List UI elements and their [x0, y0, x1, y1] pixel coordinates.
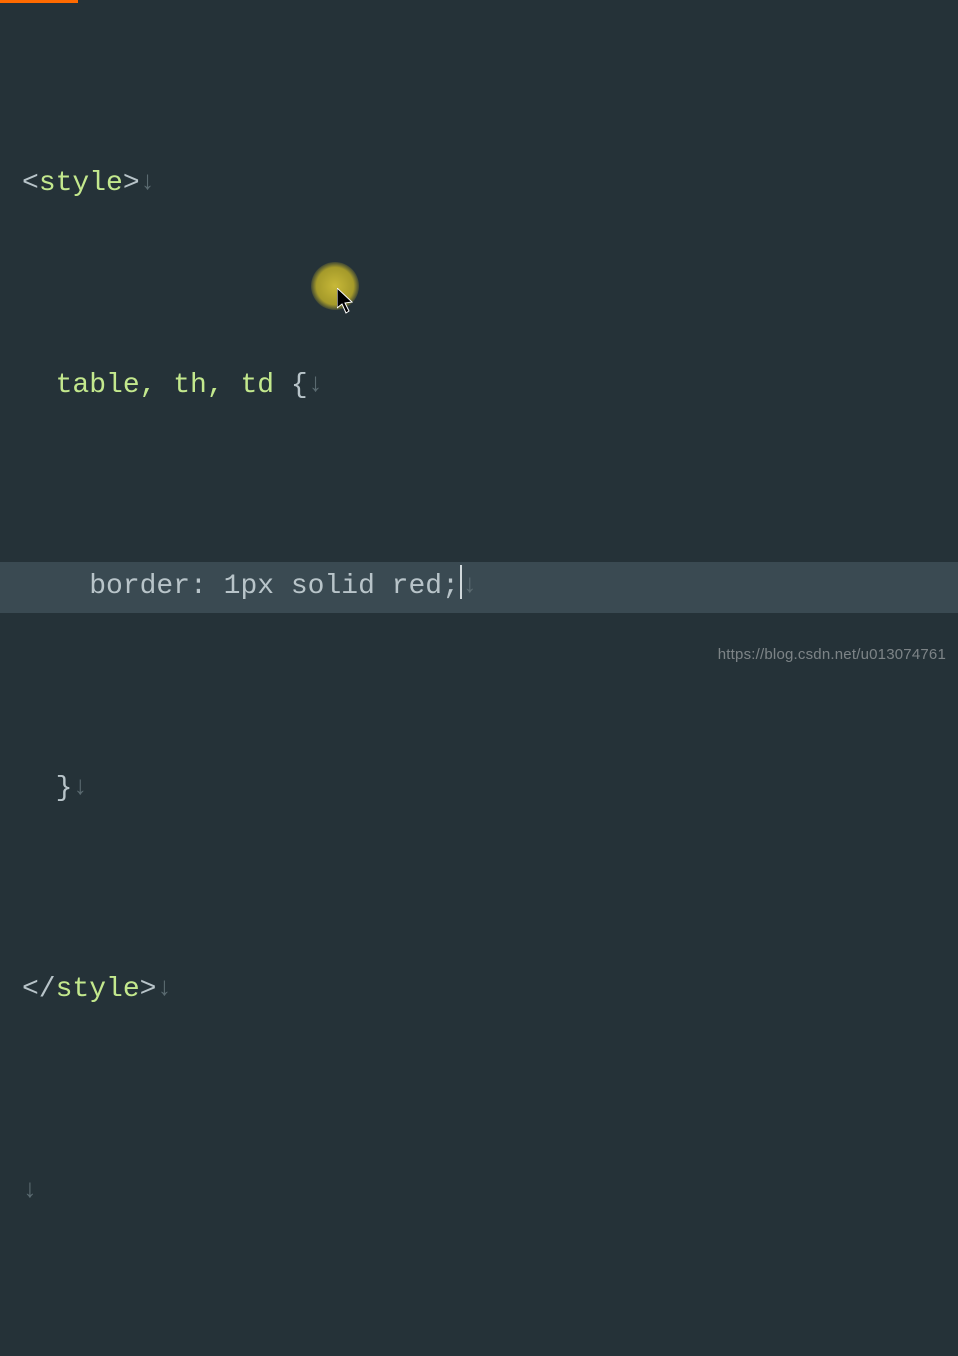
code-line[interactable]: </style>↓	[22, 965, 958, 1015]
code-line[interactable]: }↓	[22, 764, 958, 814]
newline-icon: ↓	[462, 571, 478, 601]
watermark: https://blog.csdn.net/u013074761	[718, 641, 946, 668]
newline-icon: ↓	[140, 167, 156, 197]
punct: >	[140, 974, 157, 1005]
newline-icon: ↓	[22, 1175, 38, 1205]
css-selector: table, th, td	[56, 370, 291, 401]
css-value: 1px solid red	[224, 571, 442, 602]
code-line[interactable]: ↓	[22, 1167, 958, 1217]
punct: <	[22, 168, 39, 199]
newline-icon: ↓	[156, 974, 172, 1004]
code-line-active[interactable]: border: 1px solid red;↓	[0, 562, 958, 612]
tag-style: style	[56, 974, 140, 1005]
code-line[interactable]: table, th, td {↓	[22, 361, 958, 411]
brace: }	[56, 773, 73, 804]
punct: >	[123, 168, 140, 199]
punct: </	[22, 974, 56, 1005]
indent	[22, 571, 89, 602]
newline-icon: ↓	[308, 369, 324, 399]
colon: :	[190, 571, 224, 602]
active-tab-indicator	[0, 0, 78, 3]
code-editor[interactable]: <style>↓ table, th, td {↓ border: 1px so…	[8, 8, 958, 678]
brace: {	[291, 370, 308, 401]
newline-icon: ↓	[72, 772, 88, 802]
css-property: border	[89, 571, 190, 602]
semicolon: ;	[442, 571, 459, 602]
tag-style: style	[39, 168, 123, 199]
code-line[interactable]: <style>↓	[22, 159, 958, 209]
